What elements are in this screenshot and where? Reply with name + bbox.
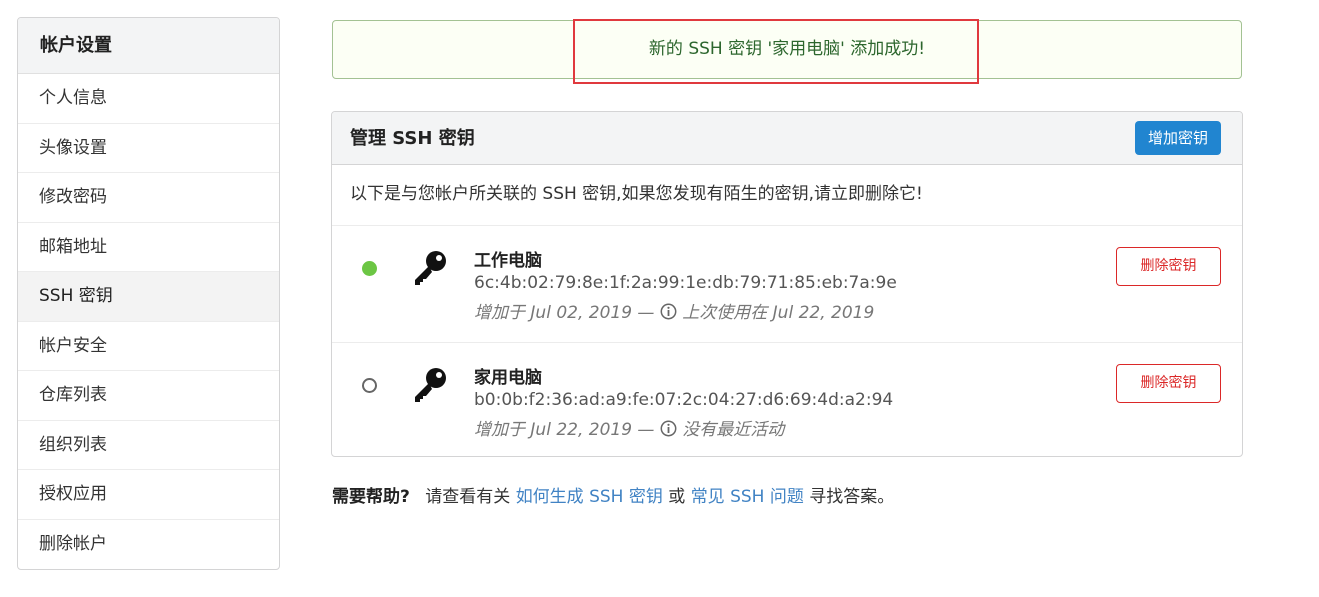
sidebar-item-organizations[interactable]: 组织列表 [18, 421, 279, 470]
key-row: 家用电脑 b0:0b:f2:36:ad:a9:fe:07:2c:04:27:d6… [332, 343, 1242, 456]
sidebar-item-ssh-keys[interactable]: SSH 密钥 [18, 272, 279, 322]
generate-ssh-key-link[interactable]: 如何生成 SSH 密钥 [516, 487, 663, 507]
key-fingerprint: 6c:4b:02:79:8e:1f:2a:99:1e:db:79:71:85:e… [474, 273, 897, 293]
panel-header: 管理 SSH 密钥 增加密钥 [332, 112, 1242, 165]
inactive-status-dot [362, 378, 377, 393]
sidebar-item-delete-account[interactable]: 删除帐户 [18, 520, 279, 570]
key-added-date: 增加于 Jul 02, 2019 — [474, 303, 655, 323]
add-key-button[interactable]: 增加密钥 [1135, 121, 1221, 155]
sidebar-item-avatar[interactable]: 头像设置 [18, 124, 279, 173]
help-text-1: 请查看有关 [425, 487, 511, 507]
key-name: 家用电脑 [474, 368, 542, 388]
ssh-keys-panel: 管理 SSH 密钥 增加密钥 以下是与您帐户所关联的 SSH 密钥,如果您发现有… [331, 111, 1243, 457]
panel-title: 管理 SSH 密钥 [350, 128, 475, 149]
active-status-dot [362, 261, 377, 276]
sidebar-item-applications[interactable]: 授权应用 [18, 470, 279, 520]
help-label: 需要帮助? [332, 487, 410, 507]
delete-key-button[interactable]: 删除密钥 [1116, 247, 1221, 286]
key-row: 工作电脑 6c:4b:02:79:8e:1f:2a:99:1e:db:79:71… [332, 226, 1242, 343]
key-added-date: 增加于 Jul 22, 2019 — [474, 420, 655, 440]
panel-description: 以下是与您帐户所关联的 SSH 密钥,如果您发现有陌生的密钥,请立即删除它! [332, 165, 1242, 226]
key-icon [415, 251, 446, 285]
key-name: 工作电脑 [474, 251, 542, 271]
sidebar-item-repositories[interactable]: 仓库列表 [18, 371, 279, 421]
key-last-used: 没有最近活动 [682, 420, 785, 440]
common-ssh-issues-link[interactable]: 常见 SSH 问题 [691, 487, 804, 507]
help-text-3: 寻找答案。 [809, 487, 895, 507]
key-meta: 增加于 Jul 02, 2019 — 上次使用在 Jul 22, 2019 [474, 298, 874, 323]
sidebar-title: 帐户设置 [18, 18, 279, 74]
help-text-2: 或 [668, 487, 686, 507]
info-icon [660, 420, 677, 437]
info-icon [660, 303, 677, 320]
delete-key-button[interactable]: 删除密钥 [1116, 364, 1221, 403]
key-last-used: 上次使用在 Jul 22, 2019 [682, 303, 875, 323]
sidebar-item-password[interactable]: 修改密码 [18, 173, 279, 223]
sidebar-item-profile[interactable]: 个人信息 [18, 74, 279, 124]
settings-sidebar: 帐户设置 个人信息 头像设置 修改密码 邮箱地址 SSH 密钥 帐户安全 仓库列… [17, 17, 280, 570]
sidebar-item-security[interactable]: 帐户安全 [18, 322, 279, 371]
sidebar-item-email[interactable]: 邮箱地址 [18, 223, 279, 272]
help-text: 需要帮助? 请查看有关 如何生成 SSH 密钥 或 常见 SSH 问题 寻找答案… [332, 482, 894, 507]
key-icon [415, 368, 446, 402]
success-flash-message: 新的 SSH 密钥 '家用电脑' 添加成功! [332, 20, 1242, 79]
key-meta: 增加于 Jul 22, 2019 — 没有最近活动 [474, 415, 784, 440]
key-fingerprint: b0:0b:f2:36:ad:a9:fe:07:2c:04:27:d6:69:4… [474, 390, 894, 410]
